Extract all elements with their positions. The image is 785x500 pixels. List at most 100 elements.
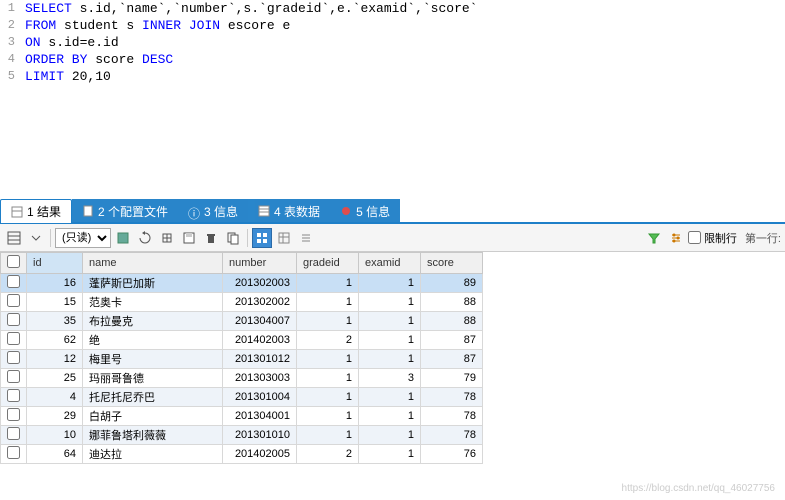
cell-gradeid[interactable]: 1 bbox=[297, 426, 359, 445]
cell-examid[interactable]: 3 bbox=[359, 369, 421, 388]
cell-score[interactable]: 78 bbox=[421, 388, 483, 407]
cell-name[interactable]: 梅里号 bbox=[83, 350, 223, 369]
cell-score[interactable]: 88 bbox=[421, 293, 483, 312]
grid-view-icon[interactable] bbox=[4, 228, 24, 248]
sql-editor[interactable]: 1SELECT s.id,`name`,`number`,s.`gradeid`… bbox=[0, 0, 785, 200]
cell-examid[interactable]: 1 bbox=[359, 293, 421, 312]
view-text-icon[interactable] bbox=[296, 228, 316, 248]
readonly-select[interactable]: (只读) bbox=[55, 228, 111, 248]
cell-gradeid[interactable]: 2 bbox=[297, 445, 359, 464]
table-row[interactable]: 35布拉曼克2013040071188 bbox=[1, 312, 483, 331]
cell-score[interactable]: 79 bbox=[421, 369, 483, 388]
filter-icon[interactable] bbox=[644, 228, 664, 248]
cell-id[interactable]: 4 bbox=[27, 388, 83, 407]
cell-score[interactable]: 78 bbox=[421, 426, 483, 445]
cell-score[interactable]: 87 bbox=[421, 350, 483, 369]
cell-examid[interactable]: 1 bbox=[359, 445, 421, 464]
col-examid[interactable]: examid bbox=[359, 253, 421, 274]
cell-id[interactable]: 12 bbox=[27, 350, 83, 369]
cell-gradeid[interactable]: 1 bbox=[297, 312, 359, 331]
refresh-icon[interactable] bbox=[135, 228, 155, 248]
cell-name[interactable]: 娜菲鲁塔利薇薇 bbox=[83, 426, 223, 445]
cell-id[interactable]: 25 bbox=[27, 369, 83, 388]
cell-score[interactable]: 87 bbox=[421, 331, 483, 350]
col-id[interactable]: id bbox=[27, 253, 83, 274]
cell-gradeid[interactable]: 1 bbox=[297, 293, 359, 312]
cell-name[interactable]: 玛丽哥鲁德 bbox=[83, 369, 223, 388]
result-grid-wrap[interactable]: idnamenumbergradeidexamidscore16蓬萨斯巴加斯20… bbox=[0, 252, 785, 464]
dropdown-icon[interactable] bbox=[26, 228, 46, 248]
cell-id[interactable]: 29 bbox=[27, 407, 83, 426]
cell-score[interactable]: 88 bbox=[421, 312, 483, 331]
row-checkbox[interactable] bbox=[7, 427, 20, 440]
row-checkbox[interactable] bbox=[7, 275, 20, 288]
cell-name[interactable]: 托尼托尼乔巴 bbox=[83, 388, 223, 407]
cell-gradeid[interactable]: 1 bbox=[297, 350, 359, 369]
tab-3[interactable]: 4 表数据 bbox=[248, 199, 330, 223]
cell-number[interactable]: 201302003 bbox=[223, 274, 297, 293]
cell-id[interactable]: 35 bbox=[27, 312, 83, 331]
table-row[interactable]: 29白胡子2013040011178 bbox=[1, 407, 483, 426]
cell-examid[interactable]: 1 bbox=[359, 331, 421, 350]
tab-0[interactable]: 1 结果 bbox=[0, 199, 72, 223]
cell-name[interactable]: 布拉曼克 bbox=[83, 312, 223, 331]
cell-examid[interactable]: 1 bbox=[359, 312, 421, 331]
cell-score[interactable]: 78 bbox=[421, 407, 483, 426]
code-line[interactable]: ON s.id=e.id bbox=[25, 34, 119, 51]
cell-name[interactable]: 蓬萨斯巴加斯 bbox=[83, 274, 223, 293]
row-checkbox[interactable] bbox=[7, 332, 20, 345]
cell-gradeid[interactable]: 1 bbox=[297, 274, 359, 293]
cell-number[interactable]: 201304001 bbox=[223, 407, 297, 426]
view-grid-icon[interactable] bbox=[252, 228, 272, 248]
cell-gradeid[interactable]: 2 bbox=[297, 331, 359, 350]
table-row[interactable]: 64迪达拉2014020052176 bbox=[1, 445, 483, 464]
delete-icon[interactable] bbox=[201, 228, 221, 248]
limit-checkbox[interactable] bbox=[688, 231, 701, 244]
export-icon[interactable] bbox=[157, 228, 177, 248]
cell-id[interactable]: 15 bbox=[27, 293, 83, 312]
copy-icon[interactable] bbox=[223, 228, 243, 248]
cell-score[interactable]: 89 bbox=[421, 274, 483, 293]
cell-number[interactable]: 201302002 bbox=[223, 293, 297, 312]
settings-icon[interactable] bbox=[666, 228, 686, 248]
col-name[interactable]: name bbox=[83, 253, 223, 274]
cell-id[interactable]: 62 bbox=[27, 331, 83, 350]
cell-examid[interactable]: 1 bbox=[359, 350, 421, 369]
table-row[interactable]: 16蓬萨斯巴加斯2013020031189 bbox=[1, 274, 483, 293]
cell-number[interactable]: 201301012 bbox=[223, 350, 297, 369]
cell-gradeid[interactable]: 1 bbox=[297, 369, 359, 388]
cell-number[interactable]: 201402003 bbox=[223, 331, 297, 350]
tab-1[interactable]: 2 个配置文件 bbox=[72, 199, 178, 223]
row-checkbox[interactable] bbox=[7, 351, 20, 364]
tab-4[interactable]: 5 信息 bbox=[330, 199, 400, 223]
row-checkbox[interactable] bbox=[7, 389, 20, 402]
table-row[interactable]: 12梅里号2013010121187 bbox=[1, 350, 483, 369]
select-all-checkbox[interactable] bbox=[7, 255, 20, 268]
col-gradeid[interactable]: gradeid bbox=[297, 253, 359, 274]
cell-number[interactable]: 201301004 bbox=[223, 388, 297, 407]
row-checkbox[interactable] bbox=[7, 446, 20, 459]
code-line[interactable]: ORDER BY score DESC bbox=[25, 51, 173, 68]
table-row[interactable]: 4托尼托尼乔巴2013010041178 bbox=[1, 388, 483, 407]
row-checkbox[interactable] bbox=[7, 370, 20, 383]
row-checkbox[interactable] bbox=[7, 294, 20, 307]
cell-number[interactable]: 201402005 bbox=[223, 445, 297, 464]
cell-name[interactable]: 白胡子 bbox=[83, 407, 223, 426]
cell-examid[interactable]: 1 bbox=[359, 426, 421, 445]
cell-name[interactable]: 绝 bbox=[83, 331, 223, 350]
code-line[interactable]: LIMIT 20,10 bbox=[25, 68, 111, 85]
save-icon[interactable] bbox=[113, 228, 133, 248]
cell-number[interactable]: 201303003 bbox=[223, 369, 297, 388]
cell-gradeid[interactable]: 1 bbox=[297, 388, 359, 407]
cell-id[interactable]: 16 bbox=[27, 274, 83, 293]
limit-rows-check[interactable]: 限制行 bbox=[688, 230, 737, 246]
tab-2[interactable]: ⓘ3 信息 bbox=[178, 199, 248, 223]
cell-id[interactable]: 64 bbox=[27, 445, 83, 464]
cell-score[interactable]: 76 bbox=[421, 445, 483, 464]
table-row[interactable]: 15范奥卡2013020021188 bbox=[1, 293, 483, 312]
row-checkbox[interactable] bbox=[7, 408, 20, 421]
code-line[interactable]: SELECT s.id,`name`,`number`,s.`gradeid`,… bbox=[25, 0, 477, 17]
cell-examid[interactable]: 1 bbox=[359, 274, 421, 293]
cell-gradeid[interactable]: 1 bbox=[297, 407, 359, 426]
cell-name[interactable]: 范奥卡 bbox=[83, 293, 223, 312]
